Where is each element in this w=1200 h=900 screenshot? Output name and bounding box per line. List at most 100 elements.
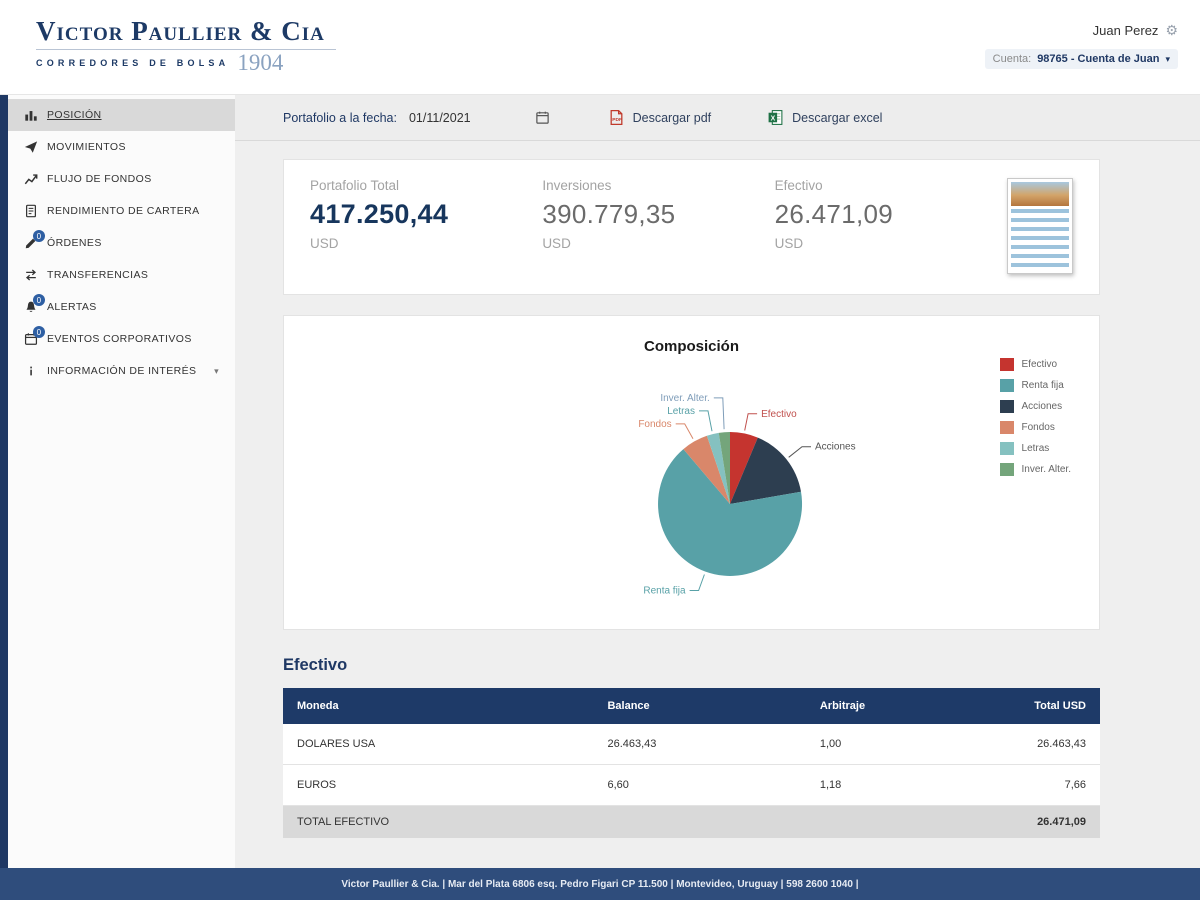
sidebar-item-ordenes[interactable]: 0 ÓRDENES — [8, 227, 235, 259]
summary-currency: USD — [310, 236, 339, 251]
document-icon — [24, 204, 38, 218]
sidebar-item-movimientos[interactable]: MOVIMIENTOS — [8, 131, 235, 163]
bell-icon: 0 — [24, 294, 45, 314]
pie-label-letras: Letras — [667, 406, 695, 417]
sidebar-item-flujo-de-fondos[interactable]: FLUJO DE FONDOS — [8, 163, 235, 195]
table-cell: 6,60 — [593, 764, 806, 806]
notification-badge: 0 — [33, 326, 45, 338]
sidebar-item-label: TRANSFERENCIAS — [47, 269, 149, 281]
svg-text:PDF: PDF — [612, 117, 622, 123]
send-icon — [24, 140, 38, 154]
legend-item-acciones: Acciones — [999, 400, 1071, 413]
download-excel-label: Descargar excel — [792, 110, 883, 125]
legend-swatch — [999, 379, 1014, 392]
legend-swatch — [999, 358, 1014, 371]
legend-item-renta-fija: Renta fija — [999, 379, 1071, 392]
download-excel-button[interactable]: X Descargar excel — [767, 109, 882, 126]
legend-swatch — [999, 442, 1014, 455]
sidebar-item-alertas[interactable]: 0 ALERTAS — [8, 291, 235, 323]
column-header-balance: Balance — [593, 688, 806, 724]
info-icon — [24, 364, 38, 378]
pie-label-line — [689, 574, 705, 591]
legend-item-efectivo: Efectivo — [999, 358, 1071, 371]
legend-item-fondos: Fondos — [999, 421, 1071, 434]
legend-item-letras: Letras — [999, 442, 1071, 455]
table-cell: DOLARES USA — [283, 724, 594, 765]
table-cell: EUROS — [283, 764, 594, 806]
logo-title: Victor Paullier & Cia — [36, 16, 325, 46]
sidebar-item-label: MOVIMIENTOS — [47, 141, 126, 153]
summary-value: 390.779,35 — [542, 199, 676, 229]
report-thumbnail-photo — [1010, 182, 1070, 206]
sidebar-item-rendimiento-de-cartera[interactable]: RENDIMIENTO DE CARTERA — [8, 195, 235, 227]
footer-text: Victor Paullier & Cia. | Mar del Plata 6… — [341, 878, 859, 890]
pdf-icon: PDF — [610, 109, 623, 126]
user-name: Juan Perez — [1092, 23, 1159, 38]
sidebar-item-label: POSICIÓN — [47, 109, 102, 121]
position-icon — [24, 108, 38, 122]
toolbar: Portafolio a la fecha: 01/11/2021 PDF De… — [235, 95, 1200, 141]
summary-label: Inversiones — [542, 178, 612, 193]
sidebar-item-transferencias[interactable]: TRANSFERENCIAS — [8, 259, 235, 291]
pie-label-acciones: Acciones — [815, 442, 856, 453]
pie-label-fondos: Fondos — [638, 419, 671, 430]
column-header-moneda: Moneda — [283, 688, 594, 724]
table-footer-label: TOTAL EFECTIVO — [283, 805, 1002, 838]
calendar-icon: 0 — [24, 326, 45, 346]
pencil-icon: 0 — [24, 230, 45, 250]
table-cell: 1,18 — [805, 764, 1002, 806]
legend-label: Fondos — [1021, 422, 1055, 433]
sidebar-item-eventos-corporativos[interactable]: 0 EVENTOS CORPORATIVOS — [8, 323, 235, 355]
gear-icon[interactable]: ⚙ — [1165, 22, 1178, 39]
summary-efectivo: Efectivo 26.471,09 USD — [775, 178, 1007, 251]
table-cell: 26.463,43 — [1001, 724, 1100, 765]
pie-label-line — [713, 397, 725, 430]
summary-value: 26.471,09 — [774, 199, 893, 229]
composition-card: Composición Efectivo Renta fija Acciones Fo… — [283, 315, 1100, 630]
sidebar-item-label: ALERTAS — [47, 301, 97, 313]
summary-currency: USD — [542, 236, 571, 251]
efectivo-section-title: Efectivo — [283, 656, 348, 674]
sidebar-item-informacion-de-interes[interactable]: INFORMACIÓN DE INTERÉS ▾ — [8, 355, 235, 387]
sidebar-menu: POSICIÓN MOVIMIENTOS FLUJO DE FONDOS RENDIM… — [0, 95, 235, 868]
notification-badge: 0 — [33, 294, 45, 306]
sidebar-item-label: ÓRDENES — [47, 237, 102, 249]
pie-label-efectivo: Efectivo — [761, 409, 797, 420]
account-value: 98765 - Cuenta de Juan — [1037, 53, 1160, 65]
legend-label: Inver. Alter. — [1021, 464, 1071, 475]
sidebar-item-label: FLUJO DE FONDOS — [47, 173, 152, 185]
efectivo-table: Moneda Balance Arbitraje Total USD DOLARES … — [283, 688, 1100, 838]
table-cell: 1,00 — [805, 724, 1002, 765]
portfolio-date-field[interactable]: Portafolio a la fecha: 01/11/2021 — [283, 110, 550, 125]
legend-label: Renta fija — [1021, 380, 1064, 391]
report-thumbnail-table — [1010, 209, 1070, 267]
summary-value: 417.250,44 — [310, 199, 449, 229]
company-logo: Victor Paullier & Cia CORREDORES DE BOLS… — [36, 16, 336, 75]
legend-swatch — [999, 463, 1014, 476]
account-selector[interactable]: Cuenta: 98765 - Cuenta de Juan ▾ — [984, 49, 1178, 69]
table-footer-total: 26.471,09 — [1001, 805, 1100, 838]
download-pdf-label: Descargar pdf — [632, 110, 712, 125]
summary-inversiones: Inversiones 390.779,35 USD — [542, 178, 774, 251]
legend-label: Acciones — [1021, 401, 1063, 412]
pie-label-inver-alter: Inver. Alter. — [660, 393, 709, 404]
app-header: Victor Paullier & Cia CORREDORES DE BOLS… — [0, 0, 1200, 95]
pie-label-line — [698, 410, 712, 432]
composition-pie: Efectivo Acciones Renta fija Fondos Letras In… — [638, 393, 856, 597]
download-pdf-button[interactable]: PDF Descargar pdf — [608, 109, 712, 126]
transfer-icon — [24, 268, 38, 282]
legend-label: Efectivo — [1021, 359, 1058, 370]
report-thumbnail[interactable] — [1006, 178, 1074, 274]
legend-label: Letras — [1021, 443, 1050, 454]
notification-badge: 0 — [33, 230, 45, 242]
calendar-icon[interactable] — [535, 110, 550, 125]
pie-label-line — [675, 423, 693, 439]
sidebar-item-posicion[interactable]: POSICIÓN — [8, 99, 235, 131]
legend-swatch — [999, 400, 1014, 413]
logo-year: 1904 — [237, 50, 284, 75]
chart-legend: Efectivo Renta fija Acciones Fondos Letras In… — [999, 358, 1071, 484]
portfolio-date-value: 01/11/2021 — [408, 110, 471, 125]
column-header-arbitraje: Arbitraje — [805, 688, 1002, 724]
pie-label-line — [743, 413, 757, 431]
legend-item-inver-alter: Inver. Alter. — [999, 463, 1071, 476]
